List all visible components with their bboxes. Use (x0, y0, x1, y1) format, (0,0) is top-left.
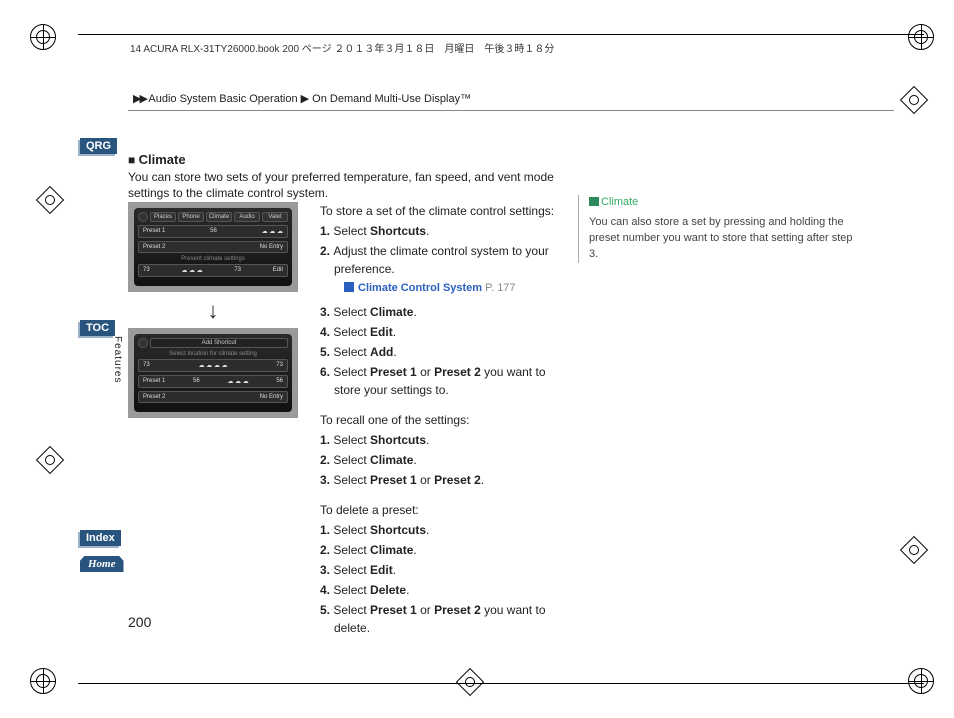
index-tab[interactable]: Index (80, 530, 121, 546)
chapter-label: Features (112, 336, 123, 383)
crop-ornament (456, 668, 484, 696)
store-step-1: 1. Select Shortcuts. (320, 222, 560, 240)
tab-climate: Climate (206, 212, 232, 222)
link-icon (344, 282, 354, 292)
device-screens: Places Phone Climate Audio Valet Preset … (128, 202, 298, 418)
delete-step-1: 1. Select Shortcuts. (320, 521, 560, 539)
registration-mark (30, 24, 56, 50)
store-step-3: 3. Select Climate. (320, 303, 560, 321)
store-lead: To store a set of the climate control se… (320, 202, 560, 220)
preset-2-row: Preset 2 No Entry (138, 241, 288, 253)
breadcrumb-sep: ▶ (301, 93, 309, 105)
crop-ornament (900, 536, 928, 564)
instructions-column: To store a set of the climate control se… (320, 202, 560, 639)
breadcrumb-section-1: Audio System Basic Operation (148, 93, 297, 105)
chevron-icon (589, 197, 599, 206)
present-settings-row: 73 ☁ ☁ ☁ 73 Edit (138, 264, 288, 277)
delete-step-5: 5. Select Preset 1 or Preset 2 you want … (320, 601, 560, 637)
preset-1-row: Preset 1 56 ☁ ☁ ☁ (138, 225, 288, 238)
present-settings-label: Present climate settings (138, 256, 288, 262)
file-header: 14 ACURA RLX-31TY26000.book 200 ページ ２０１３… (130, 40, 554, 55)
arrow-down-icon: ↓ (128, 298, 298, 324)
device-screen-2: Add Shortcut Select location for climate… (128, 328, 298, 418)
registration-mark (908, 668, 934, 694)
registration-mark (908, 24, 934, 50)
tab-places: Places (150, 212, 176, 222)
delete-step-2: 2. Select Climate. (320, 541, 560, 559)
delete-lead: To delete a preset: (320, 501, 560, 519)
breadcrumb-section-2: On Demand Multi-Use Display™ (312, 93, 471, 105)
crop-ornament (36, 186, 64, 214)
footer-rule (78, 683, 924, 684)
device-screen-1: Places Phone Climate Audio Valet Preset … (128, 202, 298, 292)
crop-ornament (900, 86, 928, 114)
recall-step-3: 3. Select Preset 1 or Preset 2. (320, 471, 560, 489)
preset-2-row: Preset 2 No Entry (138, 391, 288, 403)
tab-phone: Phone (178, 212, 204, 222)
breadcrumb-arrows: ▶▶ (133, 93, 146, 105)
store-step-6: 6. Select Preset 1 or Preset 2 you want … (320, 363, 560, 399)
store-step-4: 4. Select Edit. (320, 323, 560, 341)
qrg-tab[interactable]: QRG (80, 138, 117, 154)
page-number: 200 (128, 614, 151, 630)
preset-1-row: Preset 1 56 ☁ ☁ ☁ 56 (138, 375, 288, 388)
section-intro: You can store two sets of your preferred… (128, 169, 558, 201)
section-title: Climate (128, 152, 558, 167)
store-step-2: 2. Adjust the climate control system to … (320, 242, 560, 278)
registration-mark (30, 668, 56, 694)
recall-lead: To recall one of the settings: (320, 411, 560, 429)
tab-audio: Audio (234, 212, 260, 222)
home-tab[interactable]: Home (80, 556, 124, 572)
note-heading: Climate (589, 195, 858, 211)
tab-valet: Valet (262, 212, 288, 222)
recall-step-2: 2. Select Climate. (320, 451, 560, 469)
current-row: 73 ☁ ☁ ☁ ☁ 73 (138, 359, 288, 372)
note-body: You can also store a set by pressing and… (589, 215, 858, 263)
store-step-5: 5. Select Add. (320, 343, 560, 361)
breadcrumb: ▶▶ Audio System Basic Operation ▶ On Dem… (133, 92, 471, 105)
crop-ornament (36, 446, 64, 474)
breadcrumb-rule (128, 110, 894, 111)
climate-control-system-link[interactable]: Climate Control System P. 177 (328, 280, 560, 297)
toc-tab[interactable]: TOC (80, 320, 115, 336)
add-shortcut-subtitle: Select location for climate setting (138, 351, 288, 357)
add-shortcut-title: Add Shortcut (150, 338, 288, 348)
delete-step-4: 4. Select Delete. (320, 581, 560, 599)
delete-step-3: 3. Select Edit. (320, 561, 560, 579)
header-rule (78, 34, 924, 35)
recall-step-1: 1. Select Shortcuts. (320, 431, 560, 449)
home-icon (138, 212, 148, 222)
note-sidebar: Climate You can also store a set by pres… (578, 195, 858, 263)
home-icon (138, 338, 148, 348)
